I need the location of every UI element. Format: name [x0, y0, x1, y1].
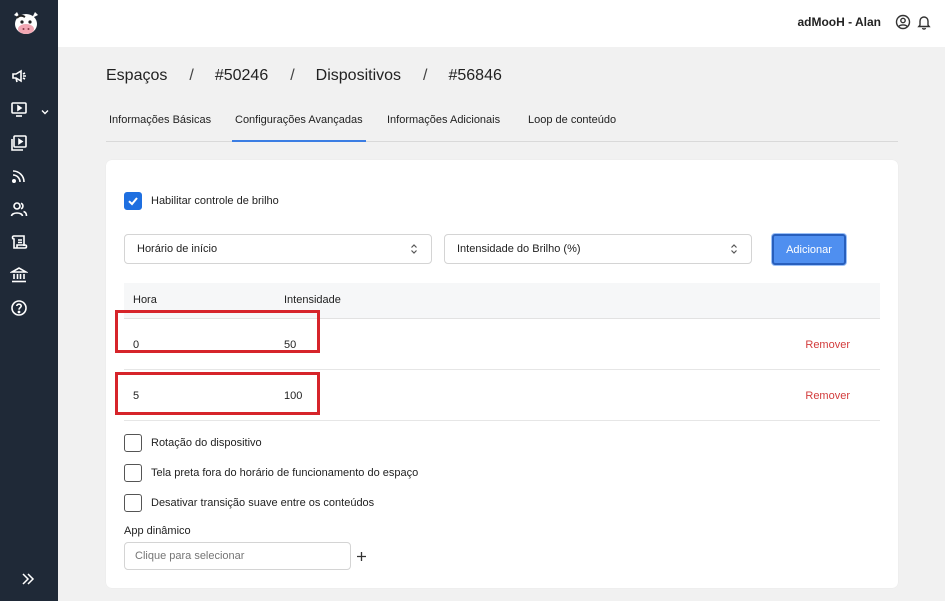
table-row: 5 100 Remover [115, 370, 880, 421]
double-chevron-right-icon[interactable] [20, 571, 36, 587]
cell-intensity: 100 [284, 390, 303, 402]
remove-button[interactable]: Remover [805, 390, 850, 402]
tab-informacoes-adicionais[interactable]: Informações Adicionais [387, 114, 500, 126]
tab-configuracoes-avancadas[interactable]: Configurações Avançadas [232, 114, 366, 142]
breadcrumb-espacos[interactable]: Espaços [106, 67, 167, 85]
black-screen-label: Tela preta fora do horário de funcioname… [151, 467, 419, 479]
breadcrumb-separator: / [423, 67, 428, 84]
brightness-toggle[interactable]: Habilitar controle de brilho [124, 192, 279, 210]
breadcrumb-separator: / [290, 67, 295, 84]
disable-transition-label: Desativar transição suave entre os conte… [151, 497, 375, 509]
rotation-option[interactable]: Rotação do dispositivo [124, 434, 262, 452]
cell-hour: 5 [133, 390, 140, 402]
dynamic-app-input[interactable] [124, 542, 351, 570]
breadcrumb: Espaços / #50246 / Dispositivos / #56846 [106, 67, 502, 85]
table-header: Hora Intensidade [124, 283, 880, 319]
breadcrumb-space-id[interactable]: #50246 [215, 67, 268, 85]
user-name[interactable]: adMooH - Alan [797, 15, 881, 29]
topbar: adMooH - Alan [58, 0, 945, 47]
chevron-up-down-icon [731, 244, 737, 254]
table-row: 0 50 Remover [115, 310, 880, 370]
disable-transition-checkbox[interactable] [124, 494, 142, 512]
help-icon[interactable] [10, 299, 28, 317]
chevron-down-icon[interactable] [40, 104, 50, 115]
sidebar [0, 0, 58, 601]
playlist-icon[interactable] [10, 134, 28, 152]
tab-bar: Informações Básicas Configurações Avança… [106, 104, 898, 142]
start-time-select-label: Horário de início [137, 243, 218, 255]
brightness-intensity-select[interactable]: Intensidade do Brilho (%) [444, 234, 752, 264]
brightness-checkbox-label: Habilitar controle de brilho [151, 195, 279, 207]
brightness-checkbox[interactable] [124, 192, 142, 210]
rotation-label: Rotação do dispositivo [151, 437, 262, 449]
rotation-checkbox[interactable] [124, 434, 142, 452]
feed-icon[interactable] [10, 167, 28, 185]
breadcrumb-separator: / [189, 67, 194, 84]
cell-hour: 0 [133, 339, 140, 351]
monitor-play-icon[interactable] [10, 100, 28, 118]
megaphone-icon[interactable] [10, 67, 28, 85]
user-circle-icon[interactable] [895, 14, 911, 30]
bell-icon[interactable] [916, 14, 932, 30]
breadcrumb-device-id: #56846 [448, 67, 502, 84]
plus-icon[interactable] [356, 549, 367, 561]
breadcrumb-dispositivos[interactable]: Dispositivos [316, 67, 401, 85]
admooh-logo-icon[interactable] [11, 9, 41, 37]
black-screen-checkbox[interactable] [124, 464, 142, 482]
dynamic-app-label: App dinâmico [124, 525, 191, 537]
intensity-select-label: Intensidade do Brilho (%) [457, 243, 581, 255]
add-button[interactable]: Adicionar [772, 234, 846, 265]
start-time-select[interactable]: Horário de início [124, 234, 432, 264]
disable-transition-option[interactable]: Desativar transição suave entre os conte… [124, 494, 374, 512]
column-header-intensidade: Intensidade [284, 294, 341, 306]
black-screen-option[interactable]: Tela preta fora do horário de funcioname… [124, 464, 418, 482]
users-icon[interactable] [10, 200, 28, 218]
remove-button[interactable]: Remover [805, 339, 850, 351]
cell-intensity: 50 [284, 339, 297, 351]
tab-loop-de-conteudo[interactable]: Loop de conteúdo [528, 114, 616, 126]
column-header-hora: Hora [133, 294, 157, 306]
scroll-icon[interactable] [10, 233, 28, 251]
tab-informacoes-basicas[interactable]: Informações Básicas [109, 114, 211, 126]
bank-icon[interactable] [10, 266, 28, 284]
settings-card: Habilitar controle de brilho Horário de … [106, 160, 898, 588]
chevron-up-down-icon [411, 244, 417, 254]
brightness-table: Hora Intensidade 0 50 Remover 5 100 Remo… [115, 283, 880, 421]
